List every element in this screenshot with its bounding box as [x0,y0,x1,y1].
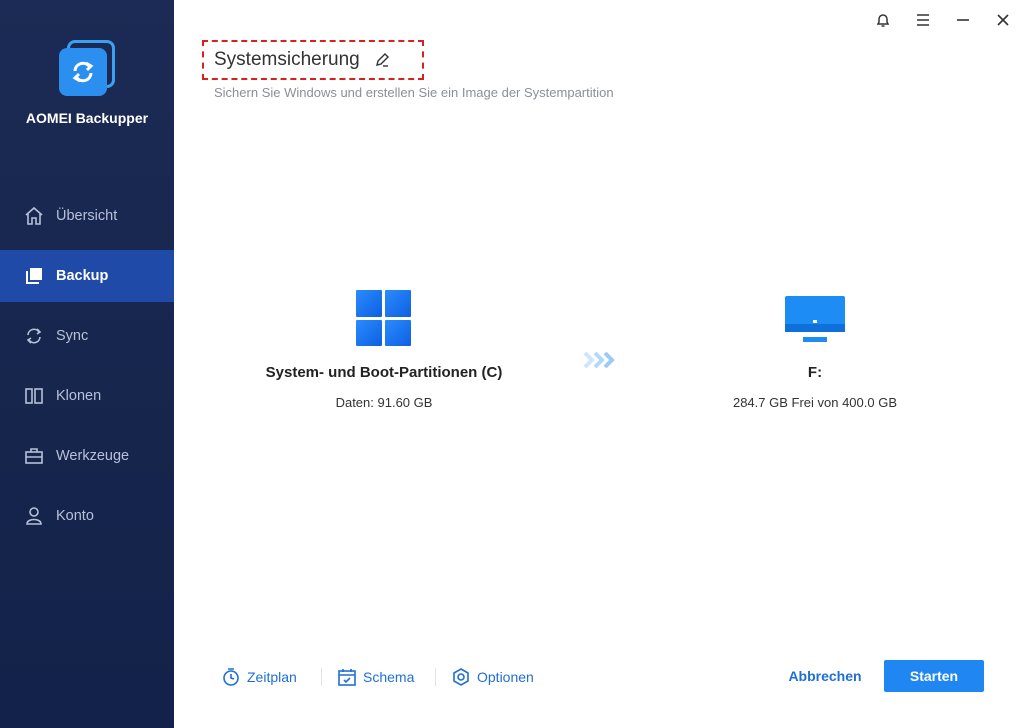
monitor-icon [783,290,847,346]
sidebar-item-label: Übersicht [56,208,118,224]
close-icon[interactable] [993,10,1013,30]
divider [321,668,322,686]
start-button[interactable]: Starten [884,660,984,692]
sidebar-item-label: Sync [56,328,89,344]
page-subtitle: Sichern Sie Windows und erstellen Sie ei… [214,85,614,100]
menu-icon[interactable] [913,10,933,30]
scheme-label: Schema [363,669,415,685]
sidebar-item-backup[interactable]: Backup [0,250,174,302]
sidebar-item-konto[interactable]: Konto [0,490,174,542]
toolbox-icon [24,446,44,466]
sidebar-item-label: Konto [56,508,94,524]
user-icon [24,506,44,526]
destination-title: F: [807,364,823,381]
schedule-label: Zeitplan [247,669,297,685]
app-logo [57,40,117,100]
source-title: System- und Boot-Partitionen (C) [265,364,503,381]
direction-arrows-icon [583,350,617,370]
sidebar-item-werkzeuge[interactable]: Werkzeuge [0,430,174,482]
sidebar-item-label: Backup [56,268,109,284]
windows-icon [356,290,412,346]
clone-icon [24,386,44,406]
page-title: Systemsicherung [214,49,360,70]
destination-selector[interactable]: F: 284.7 GB Frei von 400.0 GB [665,290,965,410]
sidebar-item-sync[interactable]: Sync [0,310,174,362]
divider [435,668,436,686]
sidebar-item-klonen[interactable]: Klonen [0,370,174,422]
stopwatch-icon [221,667,241,687]
source-selector[interactable]: System- und Boot-Partitionen (C) Daten: … [234,290,534,410]
sync-icon [24,326,44,346]
sidebar: AOMEI Backupper Übersicht Backup Sync Kl… [0,0,174,728]
sidebar-item-uebersicht[interactable]: Übersicht [0,190,174,242]
destination-detail: 284.7 GB Frei von 400.0 GB [732,395,898,410]
cancel-button[interactable]: Abbrechen [784,668,866,688]
options-label: Optionen [477,669,534,685]
sidebar-nav: Übersicht Backup Sync Klonen Werkzeuge K… [0,190,174,550]
gear-icon [451,667,471,687]
calendar-check-icon [337,667,357,687]
scheme-button[interactable]: Schema [337,664,414,690]
pencil-icon[interactable] [374,52,390,68]
app-name: AOMEI Backupper [25,110,149,126]
sidebar-item-label: Werkzeuge [56,448,130,464]
backup-icon [24,266,44,286]
bell-icon[interactable] [873,10,893,30]
schedule-button[interactable]: Zeitplan [221,664,297,690]
options-button[interactable]: Optionen [451,664,534,690]
home-icon [24,206,44,226]
source-detail: Daten: 91.60 GB [335,395,433,410]
minimize-icon[interactable] [953,10,973,30]
sync-arrows-icon [59,48,107,96]
sidebar-item-label: Klonen [56,388,102,404]
task-name-box[interactable]: Systemsicherung [202,40,424,80]
